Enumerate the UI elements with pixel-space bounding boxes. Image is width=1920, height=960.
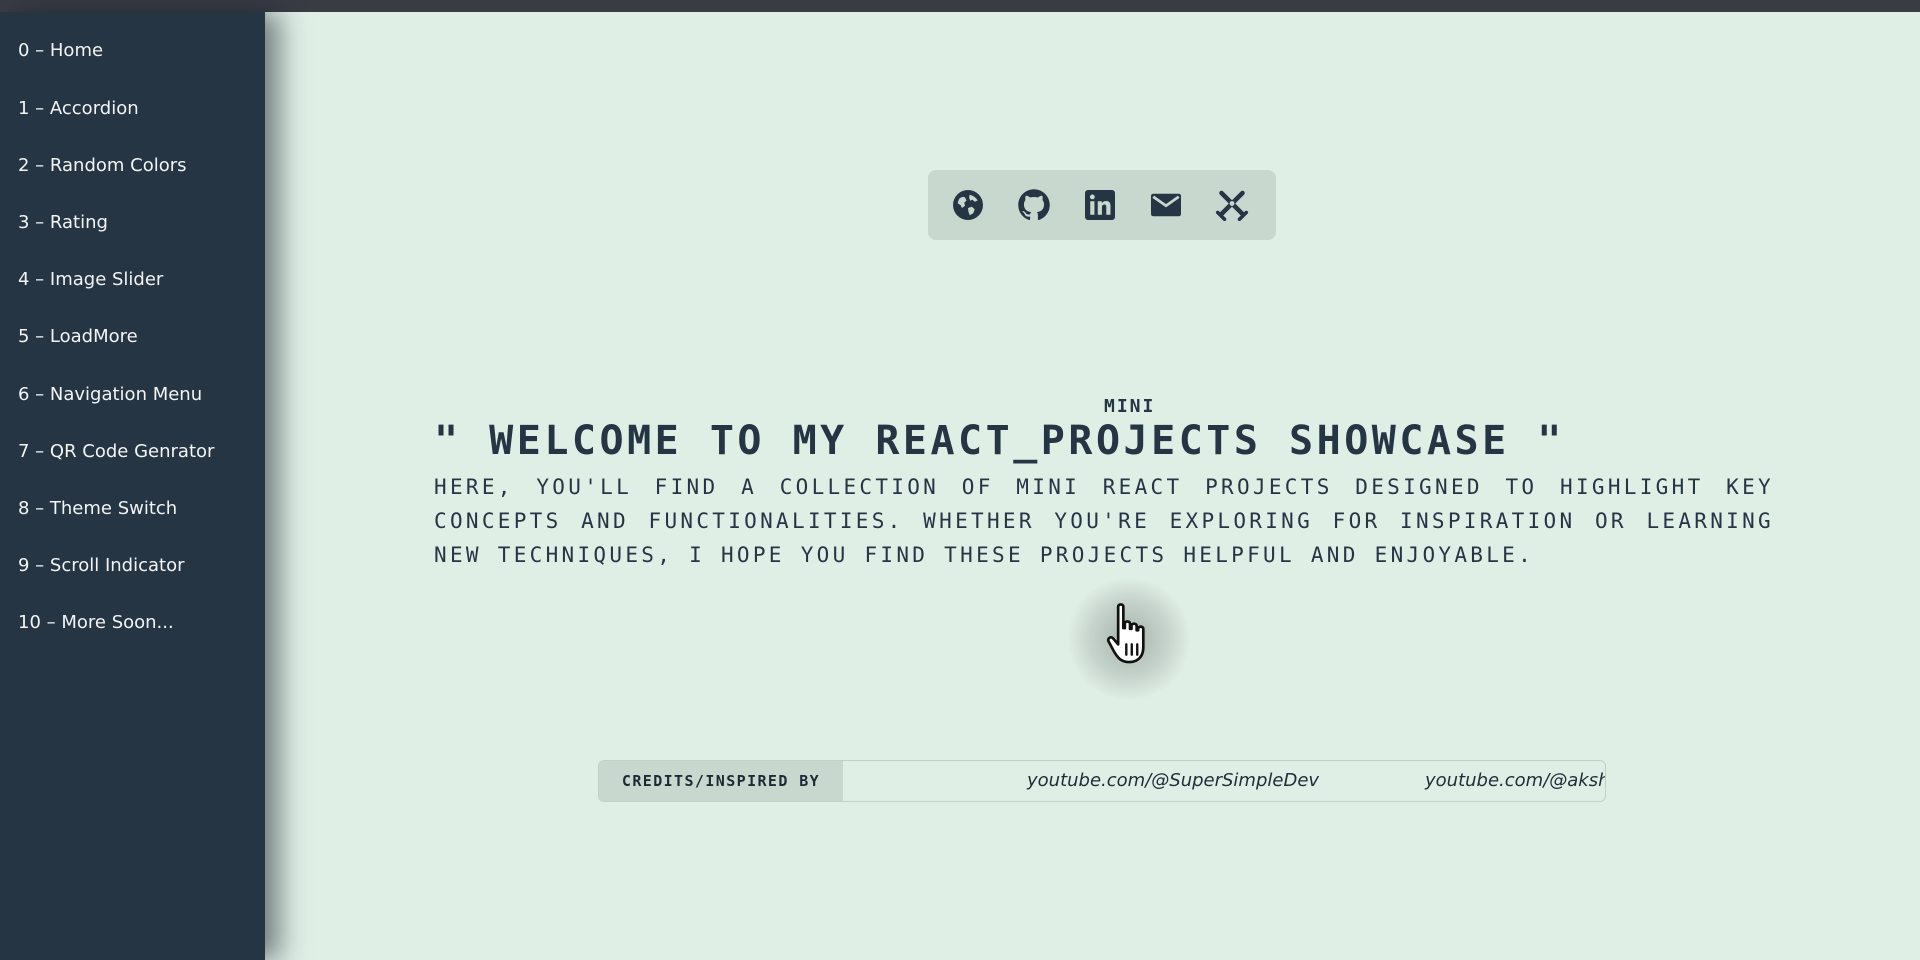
mail-icon[interactable] [1148,187,1184,223]
sidebar-item-navigation-menu[interactable]: 6 – Navigation Menu [18,384,202,405]
credit-link-supersimpledev[interactable]: youtube.com/@SuperSimpleDev [1027,761,1319,801]
sidebar-item-theme-switch[interactable]: 8 – Theme Switch [18,498,177,519]
sidebar-item-more-soon[interactable]: 10 – More Soon... [18,612,174,633]
sidebar-item-random-colors[interactable]: 2 – Random Colors [18,155,187,176]
browser-top-bar [0,0,1920,12]
sidebar-item-home[interactable]: 0 – Home [18,40,103,61]
sidebar-item-loadmore[interactable]: 5 – LoadMore [18,326,138,347]
credit-link-aksh[interactable]: youtube.com/@aksh [1425,761,1605,801]
credits-label: CREDITS/INSPIRED BY [599,761,843,801]
hand-pointer-icon [1100,600,1160,668]
sidebar-item-accordion[interactable]: 1 – Accordion [18,98,139,119]
welcome-title: " WELCOME TO MY REACT_PROJECTS SHOWCASE … [434,418,1565,464]
linkedin-icon[interactable] [1082,187,1118,223]
intro-paragraph: HERE, YOU'LL FIND A COLLECTION OF MINI R… [434,475,1774,567]
sidebar: 0 – Home 1 – Accordion 2 – Random Colors… [0,12,265,960]
sidebar-item-scroll-indicator[interactable]: 9 – Scroll Indicator [18,555,185,576]
sidebar-item-rating[interactable]: 3 – Rating [18,212,108,233]
github-icon[interactable] [1016,187,1052,223]
globe-icon[interactable] [950,187,986,223]
social-links-bar [928,170,1276,240]
credits-bar: CREDITS/INSPIRED BY youtube.com/@SuperSi… [598,760,1606,802]
mini-label: MINI [1104,396,1156,417]
crossed-swords-icon[interactable] [1214,187,1250,223]
sidebar-item-qr-code-generator[interactable]: 7 – QR Code Genrator [18,441,214,462]
sidebar-item-image-slider[interactable]: 4 – Image Slider [18,269,163,290]
